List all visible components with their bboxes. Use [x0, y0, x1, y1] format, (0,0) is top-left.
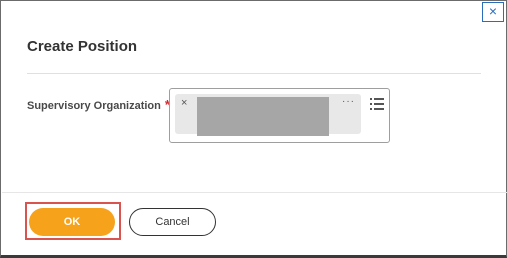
- footer-divider: [2, 192, 507, 193]
- cancel-button[interactable]: Cancel: [129, 208, 216, 236]
- header-divider: [27, 73, 481, 74]
- close-icon[interactable]: ×: [482, 2, 504, 22]
- more-options-icon[interactable]: ···: [342, 96, 355, 107]
- supervisory-organization-label: Supervisory Organization *: [27, 97, 170, 112]
- selected-organization-value-redacted: [197, 97, 329, 136]
- ok-button[interactable]: OK: [29, 208, 115, 236]
- supervisory-organization-label-text: Supervisory Organization: [27, 100, 161, 112]
- supervisory-organization-prompt[interactable]: × ···: [169, 88, 390, 143]
- selected-organization-pill[interactable]: × ···: [175, 94, 361, 136]
- remove-icon[interactable]: ×: [181, 97, 187, 109]
- create-position-dialog: × Create Position Supervisory Organizati…: [0, 0, 507, 258]
- list-icon[interactable]: [370, 98, 384, 110]
- dialog-title: Create Position: [27, 38, 138, 55]
